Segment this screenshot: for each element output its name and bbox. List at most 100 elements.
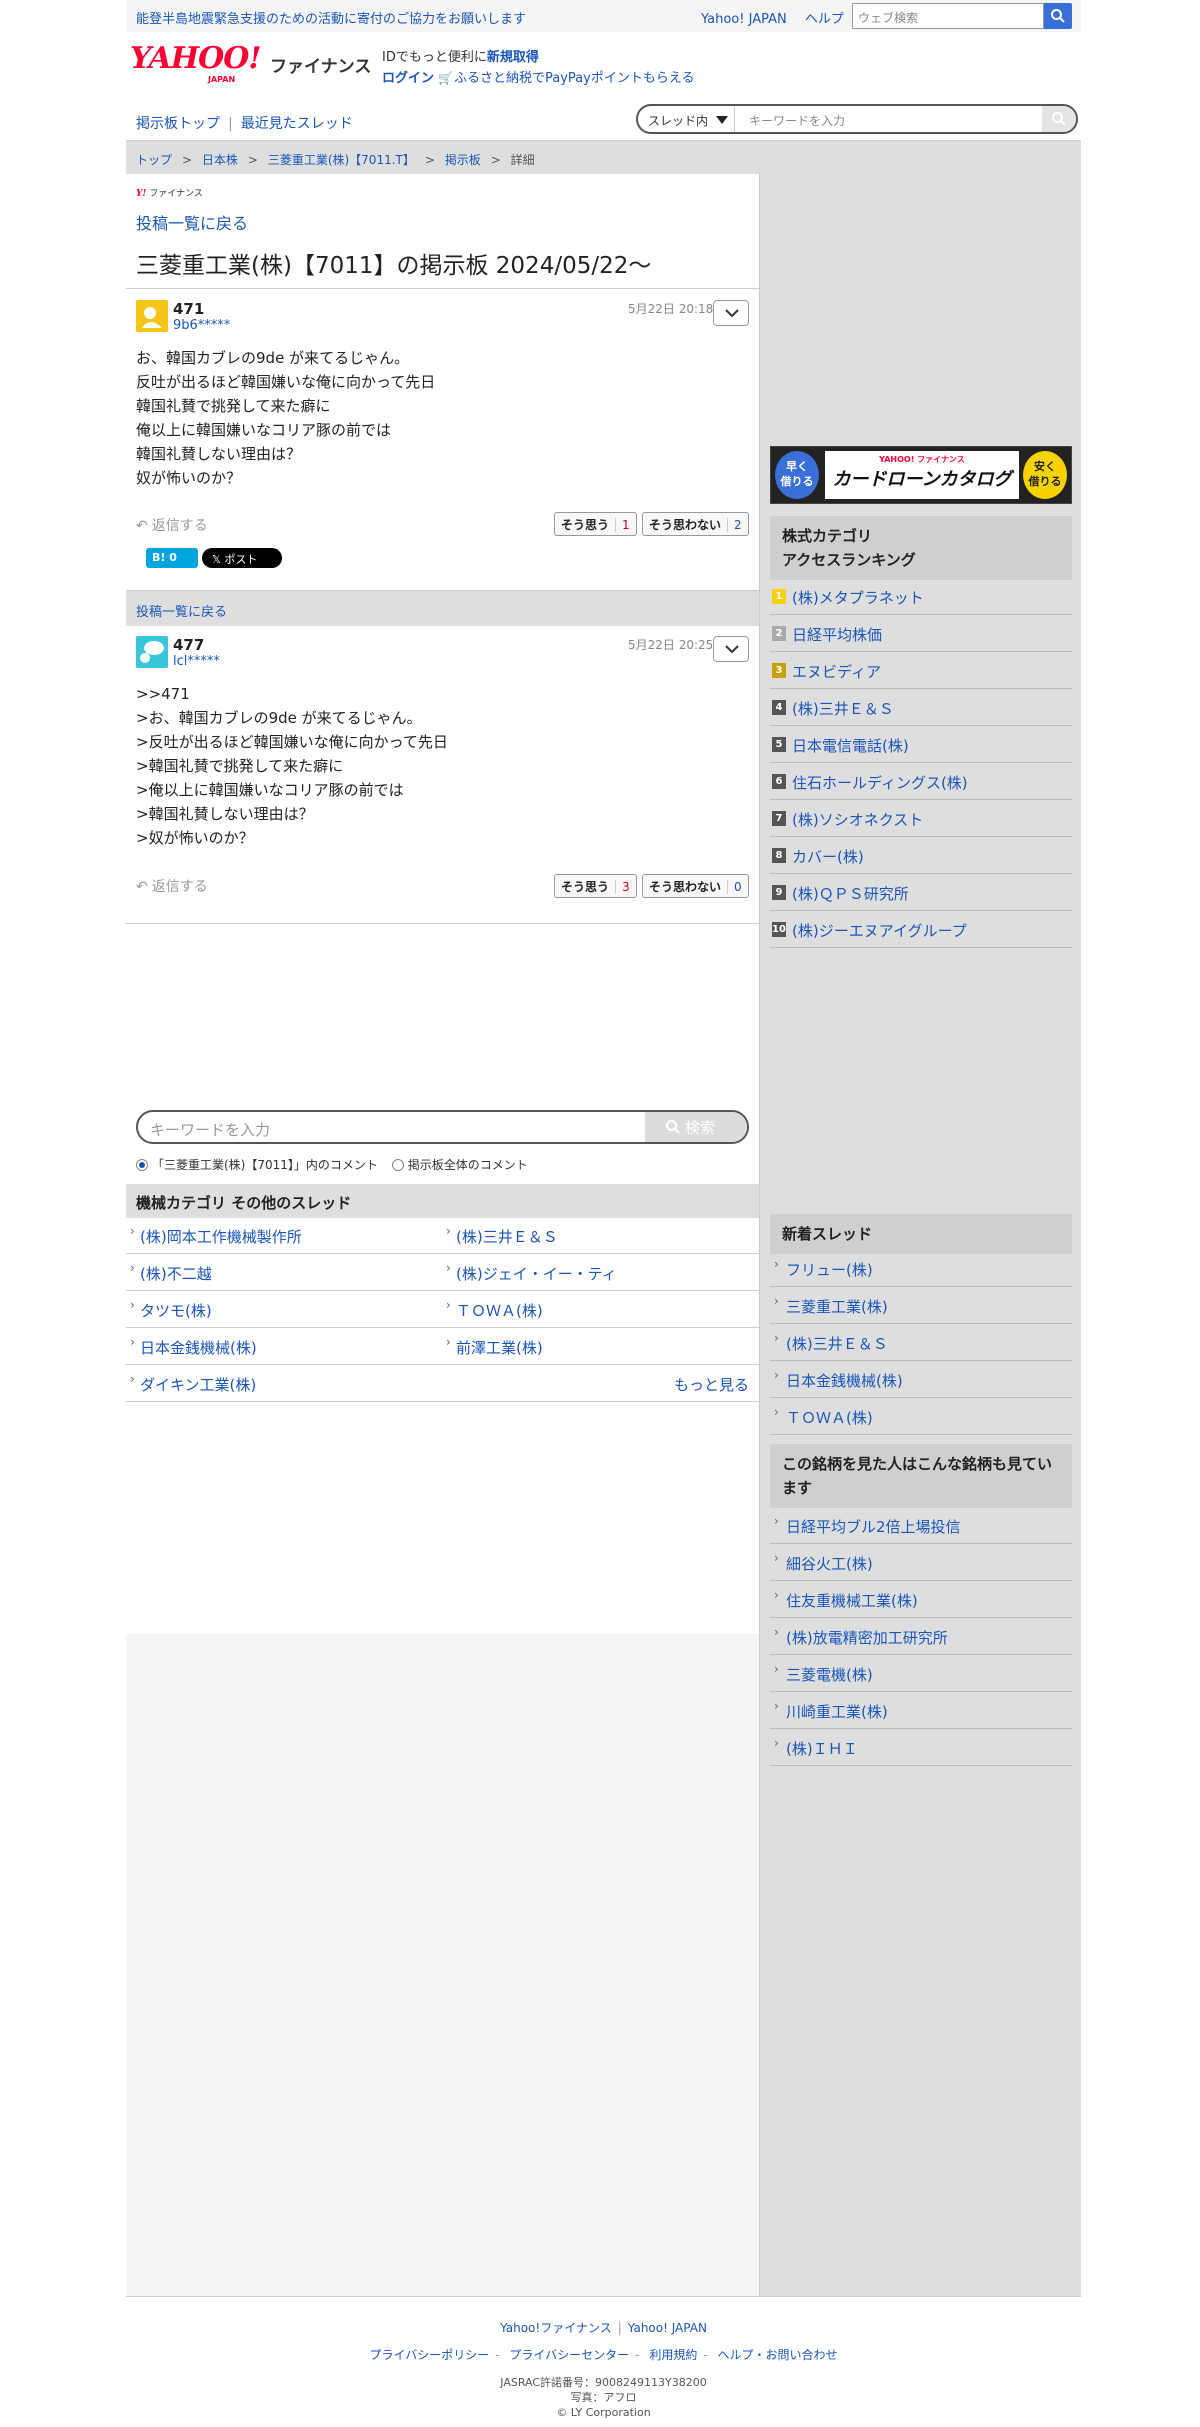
new-thread-link[interactable]: フリュー(株) (770, 1250, 1072, 1287)
thread-link[interactable]: ＴＯＷＡ(株) (442, 1292, 759, 1328)
post-user[interactable]: 9b6***** (173, 318, 230, 333)
search-scope-radios: 「三菱重工業(株)【7011】」内のコメント 掲示板全体のコメント (136, 1156, 528, 1173)
donation-notice-link[interactable]: 能登半島地震緊急支援のための活動に寄付のご協力をお願いします (136, 8, 526, 27)
agree-button[interactable]: そう思う 3 (554, 874, 637, 898)
thread-link[interactable]: ダイキン工業(株) (126, 1366, 759, 1402)
breadcrumb-japan-stocks[interactable]: 日本株 (202, 153, 238, 167)
back-to-list-link-2[interactable]: 投稿一覧に戻る (136, 601, 227, 620)
web-search-input[interactable]: ウェブ検索 (852, 3, 1044, 29)
footer: Yahoo!ファイナンス | Yahoo! JAPAN プライバシーポリシー - プラ… (126, 2296, 1081, 2427)
new-thread-link[interactable]: 三菱重工業(株) (770, 1287, 1072, 1324)
ranking-item-label: 住石ホールディングス(株) (792, 774, 968, 792)
thread-link[interactable]: 前澤工業(株) (442, 1329, 759, 1365)
reply-link[interactable]: ↶ 返信する (136, 876, 208, 896)
reply-icon: ↶ (136, 518, 148, 534)
ranking-item[interactable]: 4 (株)三井Ｅ＆Ｓ (770, 689, 1072, 726)
new-thread-link[interactable]: 日本金銭機械(株) (770, 1361, 1072, 1398)
disagree-button[interactable]: そう思わない 2 (642, 512, 749, 536)
ranking-item[interactable]: 2 日経平均株価 (770, 615, 1072, 652)
breadcrumb-stock[interactable]: 三菱重工業(株)【7011.T】 (268, 153, 415, 167)
signup-link[interactable]: 新規取得 (487, 50, 539, 65)
thread-link[interactable]: 日本金銭機械(株) (126, 1329, 442, 1365)
rank-number-badge: 10 (772, 922, 786, 937)
rank-number-badge: 5 (772, 737, 786, 752)
post-number[interactable]: 471 (173, 300, 204, 318)
radio-thread-scope[interactable]: 「三菱重工業(株)【7011】」内のコメント (136, 1158, 378, 1172)
post-number[interactable]: 477 (173, 636, 204, 654)
new-thread-link[interactable]: ＴＯＷＡ(株) (770, 1398, 1072, 1435)
recent-threads-link[interactable]: 最近見たスレッド (241, 116, 353, 132)
thread-link[interactable]: (株)三井Ｅ＆Ｓ (442, 1218, 759, 1254)
ranking-item[interactable]: 10 (株)ジーエヌアイグループ (770, 911, 1072, 948)
login-link[interactable]: ログイン (382, 71, 434, 86)
ranking-item[interactable]: 8 カバー(株) (770, 837, 1072, 874)
privacy-policy-link[interactable]: プライバシーポリシー (369, 2348, 489, 2362)
breadcrumb-top[interactable]: トップ (136, 153, 172, 167)
ranking-item[interactable]: 3 エヌビディア (770, 652, 1072, 689)
chat-bubble-icon (140, 641, 164, 663)
rank-number-badge: 2 (772, 626, 786, 641)
web-search-button[interactable] (1044, 3, 1072, 29)
back-to-list-link[interactable]: 投稿一覧に戻る (136, 210, 248, 234)
thread-link[interactable]: (株)不二越 (126, 1255, 442, 1291)
back-bar: 投稿一覧に戻る (126, 590, 759, 626)
top-links: Yahoo! JAPAN ヘルプ (701, 8, 858, 27)
help-contact-link[interactable]: ヘルプ・お問い合わせ (718, 2348, 838, 2362)
furusato-promo-link[interactable]: ふるさと納税でPayPayポイントもらえる (454, 71, 694, 86)
ranking-item[interactable]: 7 (株)ソシオネクスト (770, 800, 1072, 837)
yahoo-japan-link[interactable]: Yahoo! JAPAN (701, 12, 787, 27)
copyright: © LY Corporation (556, 2406, 651, 2419)
also-viewed-link[interactable]: 住友重機械工業(株) (770, 1581, 1072, 1618)
radio-all-scope[interactable]: 掲示板全体のコメント (391, 1158, 528, 1172)
also-viewed-link[interactable]: 三菱電機(株) (770, 1655, 1072, 1692)
hatena-bookmark-button[interactable]: B! 0 (146, 548, 198, 568)
ranking-item[interactable]: 5 日本電信電話(株) (770, 726, 1072, 763)
ranking-item[interactable]: 6 住石ホールディングス(株) (770, 763, 1072, 800)
post-user[interactable]: lcl***** (173, 654, 220, 669)
reply-icon: ↶ (136, 879, 148, 895)
jasrac-number: JASRAC許諾番号：9008249113Y38200 (500, 2376, 707, 2389)
id-prefix: IDでもっと便利に (382, 50, 487, 65)
post-menu-button[interactable] (713, 636, 749, 662)
disagree-button[interactable]: そう思わない 0 (642, 874, 749, 898)
ranking-item[interactable]: 9 (株)ＱＰＳ研究所 (770, 874, 1072, 911)
chevron-down-icon (716, 116, 728, 124)
board-search-button[interactable] (1042, 106, 1076, 132)
also-viewed-link[interactable]: 川崎重工業(株) (770, 1692, 1072, 1729)
help-link[interactable]: ヘルプ (805, 12, 844, 27)
ranking-item[interactable]: 1 (株)メタプラネット (770, 578, 1072, 615)
thread-link[interactable]: (株)ジェイ・イー・ティ (442, 1255, 759, 1291)
comment-search-button[interactable]: 検索 (645, 1112, 747, 1142)
account-info: IDでもっと便利に新規取得 ログイン 🛒ふるさと納税でPayPayポイントもらえる (382, 48, 694, 89)
board-search-input[interactable]: キーワードを入力 (734, 106, 1044, 132)
also-viewed-link[interactable]: (株)放電精密加工研究所 (770, 1618, 1072, 1655)
rank-number-badge: 8 (772, 848, 786, 863)
footer-finance-link[interactable]: Yahoo!ファイナンス (500, 2321, 612, 2335)
new-thread-link[interactable]: (株)三井Ｅ＆Ｓ (770, 1324, 1072, 1361)
also-viewed-link[interactable]: 細谷火工(株) (770, 1544, 1072, 1581)
footer-yahoo-link[interactable]: Yahoo! JAPAN (628, 2321, 707, 2335)
photo-credit: 写真：アフロ (570, 2391, 637, 2404)
comment-search-input[interactable]: キーワードを入力 (150, 1119, 270, 1140)
breadcrumb-board[interactable]: 掲示板 (445, 153, 481, 167)
card-loan-ad-banner[interactable]: 早く 借りる YAHOO! ファイナンス カードローンカタログ 安く 借りる (770, 446, 1072, 504)
x-post-button[interactable]: 𝕏 ポスト (202, 548, 282, 568)
also-viewed-link[interactable]: (株)ＩＨＩ (770, 1729, 1072, 1766)
thread-link[interactable]: (株)岡本工作機械製作所 (126, 1218, 442, 1254)
search-scope-select[interactable]: スレッド内 (648, 112, 708, 129)
board-top-link[interactable]: 掲示板トップ (136, 116, 220, 132)
terms-link[interactable]: 利用規約 (649, 2348, 697, 2362)
search-icon (1051, 9, 1065, 23)
post-menu-button[interactable] (713, 300, 749, 326)
site-header: YAHOO! JAPAN ファイナンス IDでもっと便利に新規取得 ログイン 🛒ふ… (126, 32, 1081, 94)
thread-link[interactable]: タツモ(株) (126, 1292, 442, 1328)
privacy-center-link[interactable]: プライバシーセンター (509, 2348, 629, 2362)
agree-button[interactable]: そう思う 1 (554, 512, 637, 536)
reply-link[interactable]: ↶ 返信する (136, 515, 208, 535)
also-viewed-link[interactable]: 日経平均ブル2倍上場投信 (770, 1507, 1072, 1544)
ad-center: YAHOO! ファイナンス カードローンカタログ (825, 451, 1019, 499)
yahoo-finance-logo[interactable]: YAHOO! JAPAN ファイナンス (130, 44, 371, 85)
page-title: 三菱重工業(株)【7011】の掲示板 2024/05/22〜 (136, 253, 652, 279)
avatar (136, 300, 168, 332)
more-threads-link[interactable]: もっと見る (674, 1374, 749, 1395)
